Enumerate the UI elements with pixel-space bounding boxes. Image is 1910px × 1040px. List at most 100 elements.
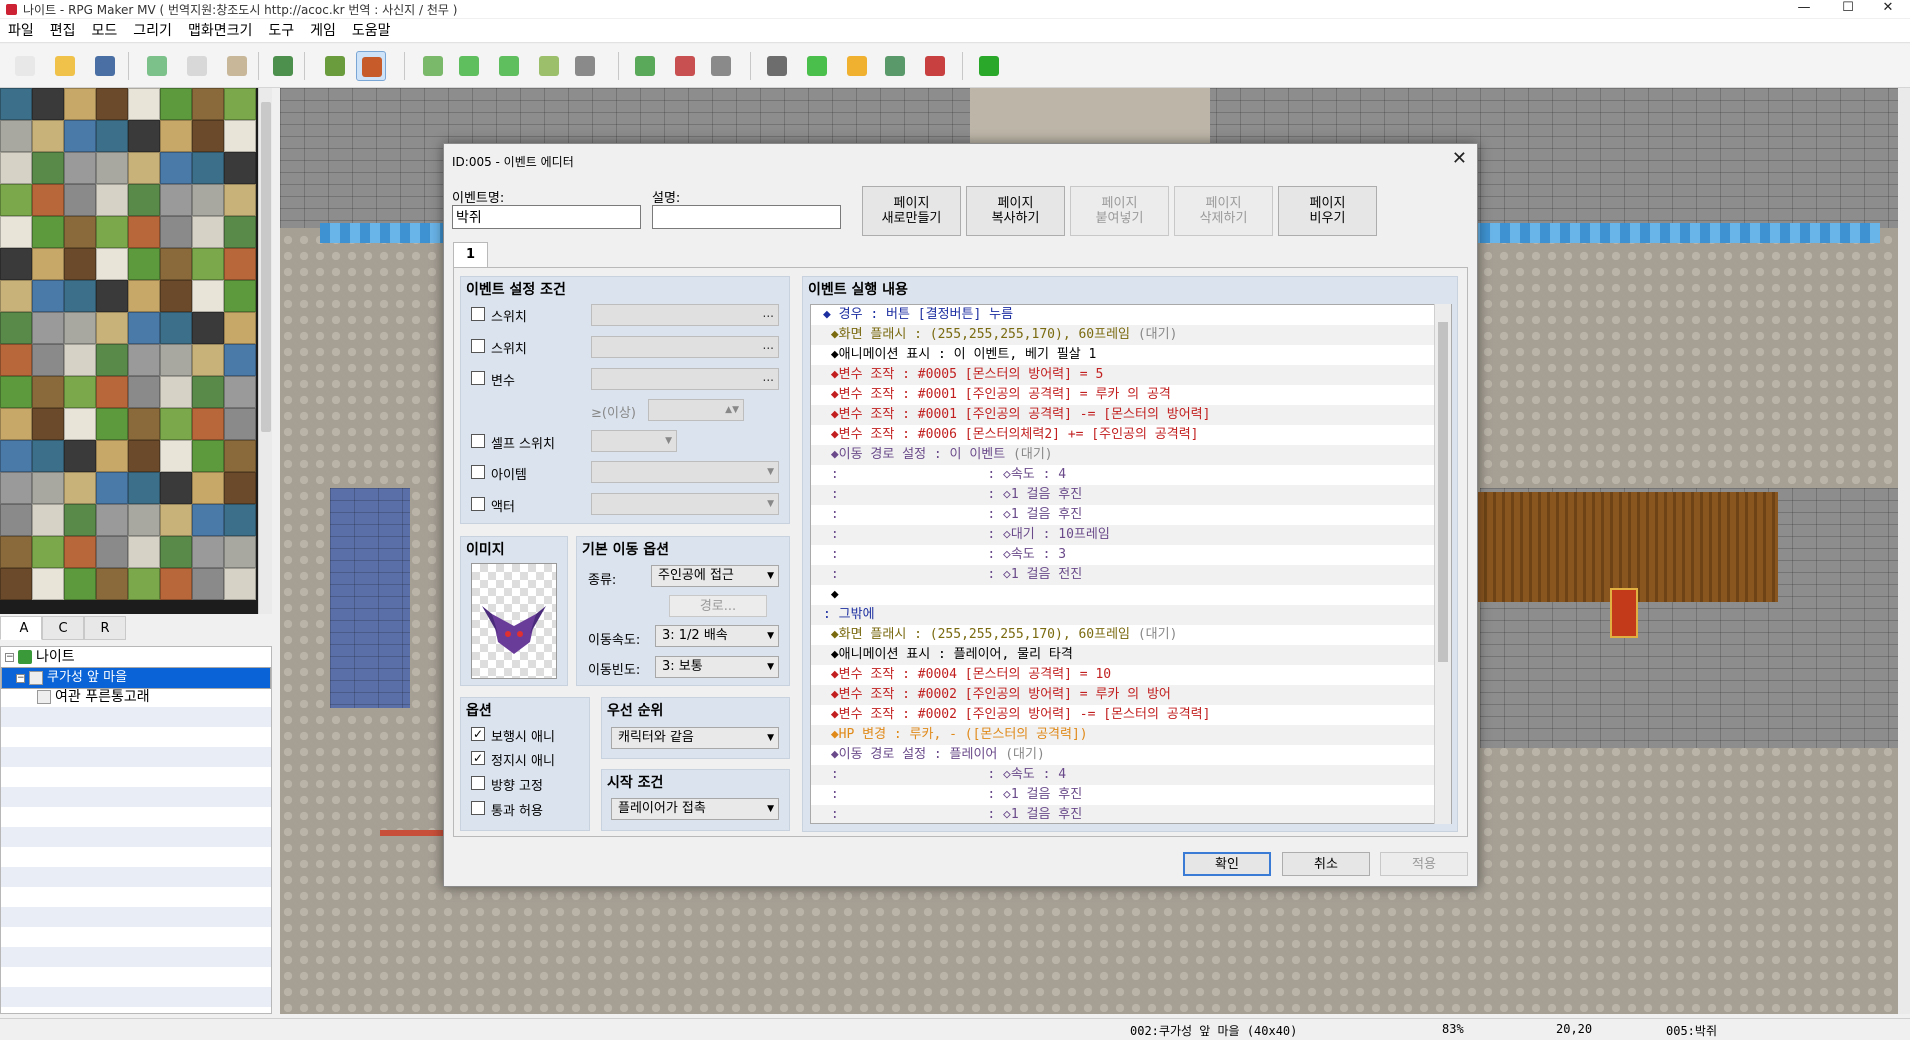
event-command-row[interactable]: ◆화면 플래시 : (255,255,255,170), 60프레임 (대기) [811,625,1435,645]
move-speed-select[interactable]: 3: 1/2 배속 ▼ [655,625,779,647]
tile-cell[interactable] [0,440,32,472]
tile-cell[interactable] [32,568,64,600]
tile-cell[interactable] [128,440,160,472]
tile-cell[interactable] [160,184,192,216]
tile-cell[interactable] [224,472,256,504]
tile-cell[interactable] [160,312,192,344]
event-command-row[interactable]: ◆화면 플래시 : (255,255,255,170), 60프레임 (대기) [811,325,1435,345]
event-command-row[interactable]: ◆애니메이션 표시 : 플레이어, 물리 타격 [811,645,1435,665]
move-route-button[interactable]: 경로... [669,595,767,617]
event-command-row[interactable]: : : ◇1 걸음 후진 [811,805,1435,823]
self-switch-checkbox[interactable] [471,434,485,448]
tile-cell[interactable] [0,248,32,280]
dialog-close-button[interactable]: ✕ [1452,148,1467,169]
tile-cell[interactable] [32,248,64,280]
move-freq-select[interactable]: 3: 보통 ▼ [655,656,779,678]
tile-cell[interactable] [160,472,192,504]
event-command-row[interactable]: : : ◇대기 : 10프레임 [811,525,1435,545]
tile-cell[interactable] [0,88,32,120]
event-command-row[interactable]: ◆변수 조작 : #0005 [몬스터의 방어력] = 5 [811,365,1435,385]
event-command-row[interactable]: ◆HP 변경 : 루카, - ([몬스터의 공격력]) [811,725,1435,745]
tile-cell[interactable] [192,536,224,568]
tile-cell[interactable] [128,312,160,344]
tile-cell[interactable] [64,344,96,376]
tile-cell[interactable] [0,312,32,344]
maximize-button[interactable]: ☐ [1826,0,1870,18]
tile-cell[interactable] [64,312,96,344]
tile-cell[interactable] [64,184,96,216]
rectangle-button[interactable] [454,51,484,81]
copy-page-button[interactable]: 페이지 복사하기 [966,186,1065,236]
tile-cell[interactable] [0,152,32,184]
spinner-arrows-icon[interactable]: ▲▼ [725,400,739,420]
tile-cell[interactable] [224,440,256,472]
tile-cell[interactable] [32,152,64,184]
event-command-row[interactable]: : : ◇1 걸음 후진 [811,785,1435,805]
tile-cell[interactable] [96,88,128,120]
tile-cell[interactable] [64,152,96,184]
priority-select[interactable]: 캐릭터와 같음 ▼ [611,727,779,749]
sound-test-button[interactable] [842,51,872,81]
actor-checkbox[interactable] [471,497,485,511]
tile-cell[interactable] [192,120,224,152]
tile-cell[interactable] [0,344,32,376]
menu-mode[interactable]: 모드 [84,19,126,43]
tile-cell[interactable] [224,376,256,408]
tile-cell[interactable] [224,280,256,312]
tile-cell[interactable] [64,376,96,408]
tile-cell[interactable] [32,536,64,568]
undo-button[interactable] [268,51,298,81]
tile-cell[interactable] [128,248,160,280]
tile-cell[interactable] [160,88,192,120]
tile-cell[interactable] [192,280,224,312]
copy-button[interactable] [182,51,212,81]
tile-cell[interactable] [0,472,32,504]
tile-cell[interactable] [160,152,192,184]
tile-cell[interactable] [32,184,64,216]
tile-cell[interactable] [0,184,32,216]
tile-cell[interactable] [96,408,128,440]
tile-tab-c[interactable]: C [42,616,84,640]
tile-cell[interactable] [128,472,160,504]
tile-cell[interactable] [224,248,256,280]
tile-cell[interactable] [160,376,192,408]
tile-cell[interactable] [0,216,32,248]
walking-anim-checkbox[interactable]: ✓ [471,727,485,741]
tile-cell[interactable] [96,184,128,216]
paste-button[interactable] [222,51,252,81]
event-note-input[interactable] [652,205,841,229]
tile-cell[interactable] [192,408,224,440]
trigger-select[interactable]: 플레이어가 접촉 ▼ [611,798,779,820]
tile-tab-r[interactable]: R [84,616,126,640]
tile-cell[interactable] [160,248,192,280]
event-command-row[interactable]: : : ◇1 걸음 후진 [811,505,1435,525]
tile-cell[interactable] [192,88,224,120]
tile-cell[interactable] [96,312,128,344]
tile-cell[interactable] [64,440,96,472]
tile-cell[interactable] [96,376,128,408]
tile-cell[interactable] [32,120,64,152]
item-checkbox[interactable] [471,465,485,479]
new-page-button[interactable]: 페이지 새로만들기 [862,186,961,236]
tile-cell[interactable] [192,344,224,376]
menu-edit[interactable]: 편집 [42,19,84,43]
tile-cell[interactable] [64,472,96,504]
zoom-in-button[interactable] [630,51,660,81]
tile-cell[interactable] [160,504,192,536]
through-checkbox[interactable] [471,801,485,815]
tile-cell[interactable] [192,472,224,504]
menu-game[interactable]: 게임 [302,19,344,43]
event-command-row[interactable]: : : ◇속도 : 4 [811,465,1435,485]
tile-cell[interactable] [160,216,192,248]
tile-cell[interactable] [224,152,256,184]
event-command-row[interactable]: ◆변수 조작 : #0001 [주인공의 공격력] = 루카 의 공격 [811,385,1435,405]
tile-cell[interactable] [128,408,160,440]
tile-cell[interactable] [224,184,256,216]
tile-cell[interactable] [96,248,128,280]
tile-cell[interactable] [64,536,96,568]
tile-cell[interactable] [32,472,64,504]
ok-button[interactable]: 확인 [1183,852,1271,876]
tile-cell[interactable] [32,280,64,312]
tile-cell[interactable] [128,120,160,152]
tile-cell[interactable] [224,504,256,536]
